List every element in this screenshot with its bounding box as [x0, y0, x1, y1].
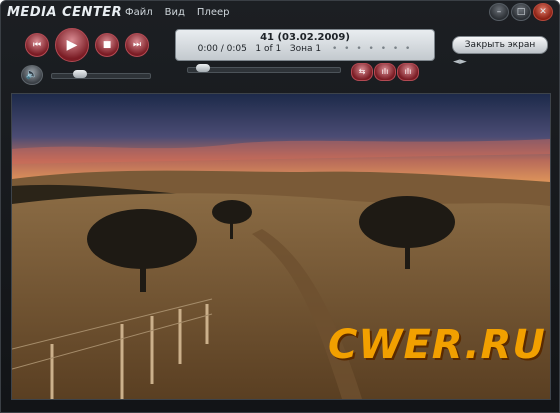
track-zone: Зона 1	[289, 44, 322, 54]
track-count: 1 of 1	[255, 44, 282, 54]
shuffle-button[interactable]: ⇆	[351, 63, 373, 81]
app-title: MEDIA CENTER	[7, 5, 123, 20]
stop-button[interactable]: ■	[95, 33, 119, 57]
next-button[interactable]: ⏭	[125, 33, 149, 57]
menu-bar: Файл Вид Плеер	[125, 7, 230, 18]
visualization-button[interactable]: ılı	[397, 63, 419, 81]
equalizer-button[interactable]: ılı	[374, 63, 396, 81]
maximize-button[interactable]: □	[511, 3, 531, 21]
close-button[interactable]: ✕	[533, 3, 553, 21]
menu-item-player[interactable]: Плеер	[197, 7, 230, 18]
progress-slider[interactable]	[187, 64, 341, 73]
volume-thumb[interactable]	[72, 70, 87, 78]
volume-slider[interactable]	[51, 70, 151, 79]
player-toolbar: ⏮ ▶ ■ ⏭ 🔈 41 (03.02.2009) 0:00 / 0:05 1 …	[1, 25, 559, 91]
menu-item-view[interactable]: Вид	[165, 7, 185, 18]
status-footer	[1, 399, 559, 412]
track-display: 41 (03.02.2009) 0:00 / 0:05 1 of 1 Зона …	[175, 29, 435, 61]
watermark-logo: CWER.RU	[328, 322, 546, 368]
previous-button[interactable]: ⏮	[25, 33, 49, 57]
window-controls: – □ ✕	[489, 3, 553, 21]
track-time: 0:00 / 0:05	[197, 44, 247, 54]
minimize-button[interactable]: –	[489, 3, 509, 21]
play-button[interactable]: ▶	[55, 28, 89, 62]
video-view[interactable]: CWER.RU	[11, 93, 551, 400]
progress-thumb[interactable]	[195, 64, 210, 72]
track-title: 41 (03.02.2009)	[260, 32, 350, 43]
close-fullscreen-button[interactable]: Закрыть экран	[452, 36, 548, 54]
menu-item-file[interactable]: Файл	[125, 7, 153, 18]
nav-arrows-icon[interactable]: ◄►	[453, 57, 467, 67]
speaker-icon[interactable]: 🔈	[21, 65, 43, 85]
app-window: MEDIA CENTER Файл Вид Плеер – □ ✕ ⏮ ▶ ■ …	[0, 0, 560, 413]
display-dots: • • • • • • •	[332, 44, 413, 54]
title-bar[interactable]: MEDIA CENTER Файл Вид Плеер – □ ✕	[1, 1, 559, 25]
track-info: 0:00 / 0:05 1 of 1 Зона 1 • • • • • • •	[176, 44, 434, 54]
